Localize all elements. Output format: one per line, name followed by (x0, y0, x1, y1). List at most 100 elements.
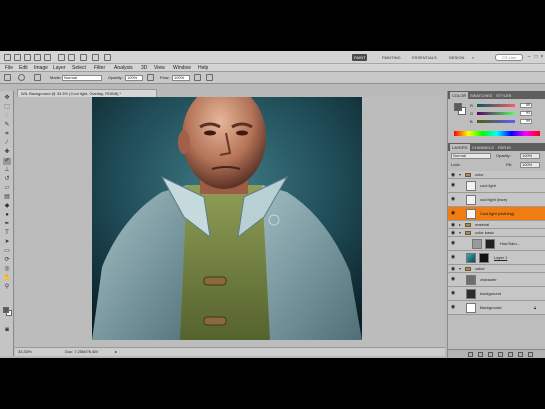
pen-tool-icon[interactable]: ✒ (3, 221, 11, 228)
tab-channels[interactable]: CHANNELS (470, 144, 496, 151)
brush-size-icon[interactable] (18, 74, 25, 81)
visibility-eye-icon[interactable]: ◉ (450, 290, 456, 296)
workspace-more-button[interactable]: » (470, 54, 476, 61)
visibility-eye-icon[interactable]: ◉ (450, 182, 456, 188)
menu-window[interactable]: Window (173, 65, 191, 71)
marquee-tool-icon[interactable]: ⬚ (3, 104, 11, 111)
group-expand-icon[interactable]: ▾ (459, 230, 461, 236)
layer-mask-thumbnail[interactable] (485, 239, 495, 249)
menu-edit[interactable]: Edit (19, 65, 28, 71)
layer-row[interactable]: ◉ Layer 1 (448, 251, 545, 265)
menu-analysis[interactable]: Analysis (114, 65, 133, 71)
3d-rotate-tool-icon[interactable]: ⟳ (3, 257, 11, 264)
layer-style-icon[interactable] (478, 352, 483, 357)
tab-styles[interactable]: STYLES (494, 92, 513, 99)
healing-brush-tool-icon[interactable]: ✚ (3, 149, 11, 156)
tab-layers[interactable]: LAYERS (450, 144, 470, 151)
menu-3d[interactable]: 3D (141, 65, 147, 71)
quick-select-tool-icon[interactable]: ✎ (3, 122, 11, 129)
visibility-eye-icon[interactable]: ◉ (450, 196, 456, 202)
workspace-paint-button[interactable]: PAINT (352, 54, 368, 61)
tab-paths[interactable]: PATHS (496, 144, 513, 151)
arrange-documents-icon[interactable] (92, 54, 99, 61)
clone-stamp-tool-icon[interactable]: ⊥ (3, 167, 11, 174)
zoom-level[interactable]: 33.33% (18, 349, 32, 355)
color-spectrum-bar[interactable] (454, 131, 540, 136)
path-select-tool-icon[interactable]: ➤ (3, 239, 11, 246)
visibility-eye-icon[interactable]: ◉ (450, 240, 456, 246)
3d-orbit-tool-icon[interactable]: ◎ (3, 266, 11, 273)
mode-select[interactable]: Normal (62, 75, 102, 81)
workspace-painting-button[interactable]: PAINTING (380, 54, 403, 61)
hand-tool-icon[interactable]: ✋ (3, 275, 11, 282)
group-expand-icon[interactable]: ▾ (459, 172, 461, 178)
layer-row[interactable]: ◉ cool light (448, 179, 545, 193)
minimize-icon[interactable]: – (526, 54, 532, 60)
visibility-eye-icon[interactable]: ◉ (450, 222, 456, 228)
link-layers-icon[interactable] (468, 352, 473, 357)
layer-row-selected[interactable]: ◉ Cool light (clothing) (448, 207, 545, 221)
crop-tool-icon[interactable]: ⌗ (3, 131, 11, 138)
menu-file[interactable]: File (5, 65, 13, 71)
group-expand-icon[interactable]: ▸ (459, 222, 461, 228)
canvas-area[interactable] (15, 97, 445, 347)
bridge-icon[interactable] (14, 54, 21, 61)
add-mask-icon[interactable] (488, 352, 493, 357)
blend-mode-select[interactable]: Normal (451, 153, 491, 159)
layer-row[interactable]: ◉ background (448, 287, 545, 301)
eyedropper-tool-icon[interactable]: ⁄ (3, 140, 11, 147)
menu-select[interactable]: Select (72, 65, 86, 71)
new-group-icon[interactable] (508, 352, 513, 357)
flow-field[interactable]: 100% (172, 75, 190, 81)
history-brush-tool-icon[interactable]: ↺ (3, 176, 11, 183)
channel-g-value[interactable]: 93 (520, 111, 532, 116)
hand-tool-icon[interactable] (58, 54, 65, 61)
menu-image[interactable]: Image (34, 65, 48, 71)
cs-live-search[interactable]: CS Live (495, 54, 523, 61)
layer-mask-thumbnail[interactable] (479, 253, 489, 263)
visibility-eye-icon[interactable]: ◉ (450, 254, 456, 260)
document-tab[interactable]: WIL Background @ 33.3% (Cool light, Over… (17, 89, 157, 97)
zoom-tool-icon[interactable] (68, 54, 75, 61)
menu-help[interactable]: Help (198, 65, 208, 71)
foreground-color-swatch[interactable] (3, 307, 9, 313)
view-extras-icon[interactable] (34, 54, 41, 61)
rotate-view-icon[interactable] (80, 54, 87, 61)
delete-layer-icon[interactable] (528, 352, 533, 357)
layer-row[interactable]: ◉ Background 🔒︎ (448, 301, 545, 315)
color-panel-foreground-swatch[interactable] (454, 103, 462, 111)
visibility-eye-icon[interactable]: ◉ (450, 304, 456, 310)
move-tool-icon[interactable]: ✥ (3, 95, 11, 102)
menu-layer[interactable]: Layer (53, 65, 66, 71)
adjustment-layer-icon[interactable] (498, 352, 503, 357)
mini-bridge-icon[interactable] (24, 54, 31, 61)
dodge-tool-icon[interactable]: ● (3, 212, 11, 219)
shape-tool-icon[interactable]: ▭ (3, 248, 11, 255)
opacity-field[interactable]: 100% (125, 75, 143, 81)
quick-mask-icon[interactable]: ◙ (3, 327, 11, 334)
channel-g-slider[interactable] (477, 112, 515, 115)
blur-tool-icon[interactable]: ◆ (3, 203, 11, 210)
status-menu-icon[interactable]: ▸ (115, 349, 117, 355)
zoom-tool-icon[interactable]: ⚲ (3, 284, 11, 291)
group-expand-icon[interactable]: ▾ (459, 266, 461, 272)
visibility-eye-icon[interactable]: ◉ (450, 230, 456, 236)
brush-preset-icon[interactable] (4, 74, 11, 81)
brush-panel-icon[interactable] (34, 74, 41, 81)
adjustment-layer-row[interactable]: ◉ Hue/Satu... (448, 237, 545, 251)
visibility-eye-icon[interactable]: ◉ (450, 210, 456, 216)
workspace-essentials-button[interactable]: ESSENTIALS (410, 54, 439, 61)
brush-tool-icon[interactable]: ✐ (3, 158, 11, 165)
eraser-tool-icon[interactable]: ▱ (3, 185, 11, 192)
pressure-size-icon[interactable] (206, 74, 213, 81)
workspace-design-button[interactable]: DESIGN (447, 54, 466, 61)
artwork-canvas[interactable] (92, 97, 362, 340)
visibility-eye-icon[interactable]: ◉ (450, 172, 456, 178)
layer-opacity-field[interactable]: 100% (520, 153, 540, 159)
airbrush-icon[interactable] (194, 74, 201, 81)
tab-color[interactable]: COLOR (450, 92, 469, 99)
type-tool-icon[interactable]: T (3, 230, 11, 237)
layer-row[interactable]: ◉ cool light (face) (448, 193, 545, 207)
channel-r-value[interactable]: 88 (520, 103, 532, 108)
layer-group-row[interactable]: ◉ ▾ value (448, 265, 545, 273)
